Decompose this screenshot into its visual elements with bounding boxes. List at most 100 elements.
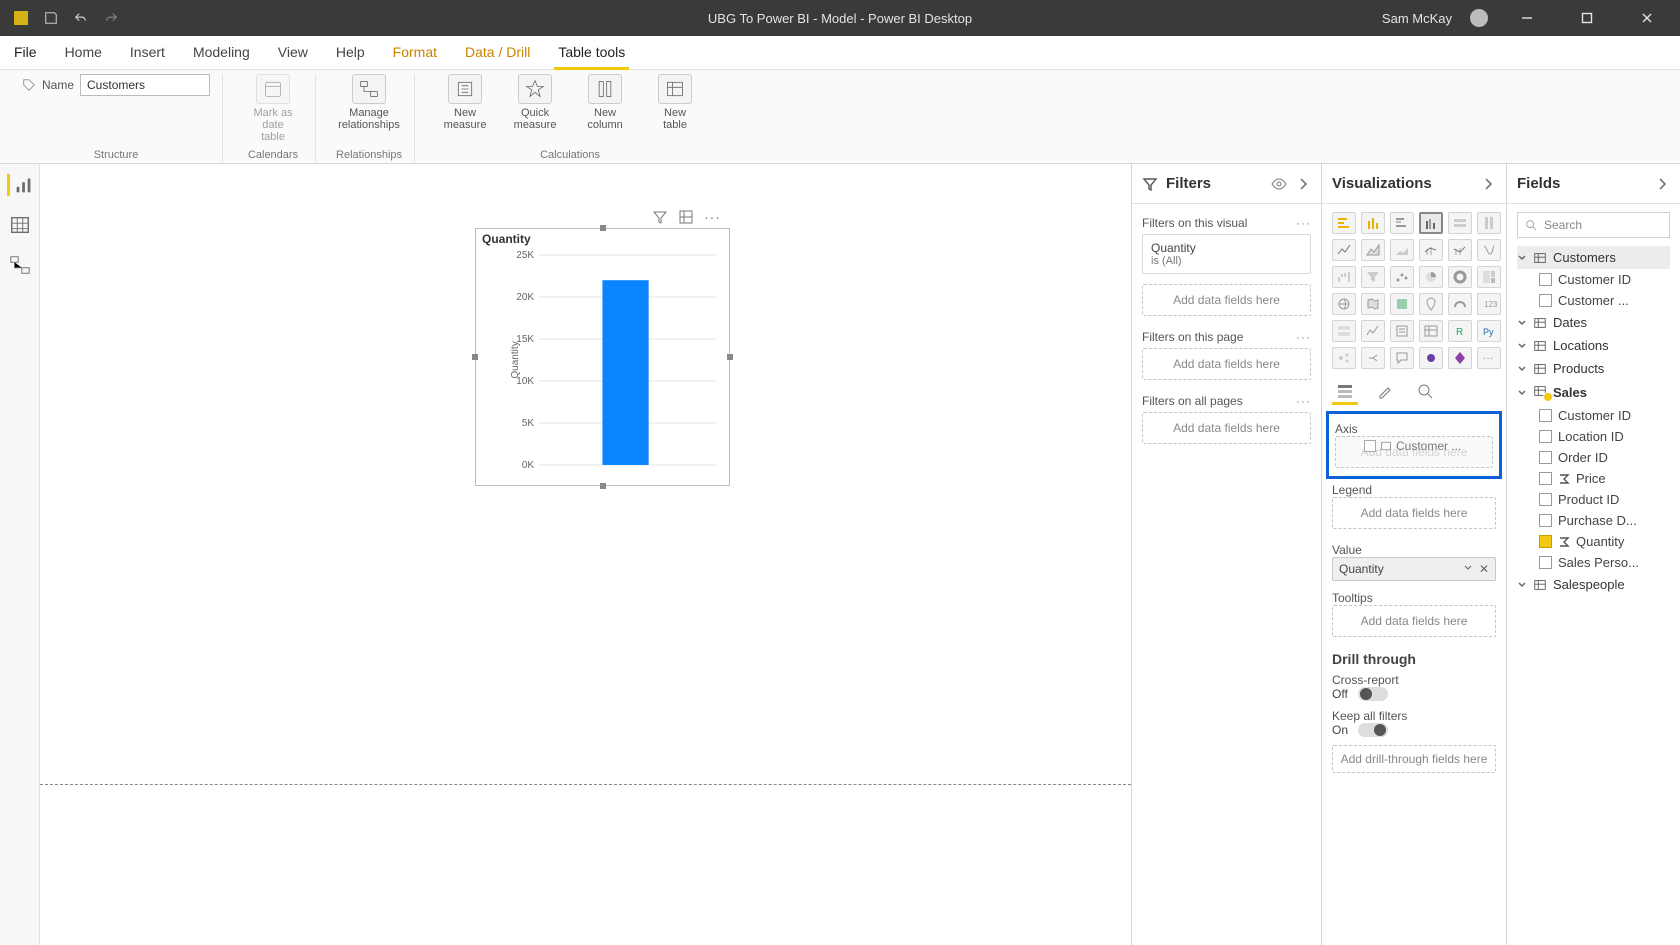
slicer-icon[interactable] — [1390, 320, 1414, 342]
scatter-chart-icon[interactable] — [1390, 266, 1414, 288]
field-sales-quantity[interactable]: Quantity — [1517, 531, 1670, 552]
collapse-panel-icon[interactable] — [1480, 176, 1496, 192]
tooltips-dropzone[interactable]: Add data fields here — [1332, 605, 1496, 637]
line-stacked-column-icon[interactable] — [1419, 239, 1443, 261]
cross-report-toggle[interactable] — [1358, 687, 1388, 701]
keep-filters-toggle[interactable] — [1358, 723, 1388, 737]
tab-file[interactable]: File — [0, 35, 51, 69]
clustered-bar-chart-icon[interactable] — [1390, 212, 1414, 234]
ribbon-chart-icon[interactable] — [1477, 239, 1501, 261]
filter-icon[interactable] — [652, 209, 668, 225]
analytics-tab-icon[interactable] — [1412, 379, 1438, 405]
value-field-pill[interactable]: Quantity ✕ — [1332, 557, 1496, 581]
redo-icon[interactable] — [104, 11, 118, 25]
stacked-area-chart-icon[interactable] — [1390, 239, 1414, 261]
tab-insert[interactable]: Insert — [116, 35, 179, 69]
more-options-icon[interactable]: ··· — [704, 209, 721, 225]
azure-map-icon[interactable] — [1419, 293, 1443, 315]
table-name-input[interactable] — [80, 74, 210, 96]
field-sales-product-id[interactable]: Product ID — [1517, 489, 1670, 510]
line-chart-icon[interactable] — [1332, 239, 1356, 261]
card-icon[interactable]: 123 — [1477, 293, 1501, 315]
stacked-bar-chart-icon[interactable] — [1332, 212, 1356, 234]
tab-table-tools[interactable]: Table tools — [544, 35, 639, 69]
table-customers[interactable]: Customers — [1517, 246, 1670, 269]
new-column-button[interactable]: New column — [575, 74, 635, 131]
report-canvas[interactable]: ··· Quantity 0K5K10K15K20K25KQuantity — [40, 164, 1131, 945]
user-name[interactable]: Sam McKay — [1382, 11, 1452, 26]
collapse-panel-icon[interactable] — [1654, 176, 1670, 192]
table-sales[interactable]: Sales — [1517, 380, 1670, 405]
area-chart-icon[interactable] — [1361, 239, 1385, 261]
remove-field-icon[interactable]: ✕ — [1479, 562, 1489, 576]
table-locations[interactable]: Locations — [1517, 334, 1670, 357]
treemap-icon[interactable] — [1477, 266, 1501, 288]
paginated-report-icon[interactable] — [1419, 347, 1443, 369]
stacked-column-chart-icon[interactable] — [1361, 212, 1385, 234]
tab-modeling[interactable]: Modeling — [179, 35, 264, 69]
fields-tab-icon[interactable] — [1332, 379, 1358, 405]
drill-through-dropzone[interactable]: Add drill-through fields here — [1332, 745, 1496, 773]
tab-data-drill[interactable]: Data / Drill — [451, 35, 544, 69]
chevron-down-icon[interactable] — [1463, 563, 1473, 573]
more-icon[interactable]: ··· — [1296, 216, 1311, 230]
field-sales-order-id[interactable]: Order ID — [1517, 447, 1670, 468]
clustered-column-chart-icon[interactable] — [1419, 212, 1443, 234]
save-icon[interactable] — [44, 11, 58, 25]
avatar[interactable] — [1470, 9, 1488, 27]
fields-search-input[interactable]: Search — [1517, 212, 1670, 238]
field-sales-customer-id[interactable]: Customer ID — [1517, 405, 1670, 426]
model-view-button[interactable] — [9, 254, 31, 276]
quick-measure-button[interactable]: Quick measure — [505, 74, 565, 131]
tab-home[interactable]: Home — [51, 35, 116, 69]
report-view-button[interactable] — [7, 174, 29, 196]
close-button[interactable] — [1626, 0, 1668, 36]
hundred-stacked-column-icon[interactable] — [1477, 212, 1501, 234]
collapse-panel-icon[interactable] — [1295, 176, 1311, 192]
field-sales-price[interactable]: Price — [1517, 468, 1670, 489]
key-influencers-icon[interactable] — [1332, 347, 1356, 369]
funnel-chart-icon[interactable] — [1361, 266, 1385, 288]
focus-mode-icon[interactable] — [678, 209, 694, 225]
data-view-button[interactable] — [9, 214, 31, 236]
filled-map-icon[interactable] — [1361, 293, 1385, 315]
tab-view[interactable]: View — [264, 35, 322, 69]
tab-help[interactable]: Help — [322, 35, 379, 69]
format-tab-icon[interactable] — [1372, 379, 1398, 405]
qa-visual-icon[interactable] — [1390, 347, 1414, 369]
table-products[interactable]: Products — [1517, 357, 1670, 380]
column-chart-visual[interactable]: Quantity 0K5K10K15K20K25KQuantity — [475, 228, 730, 486]
line-clustered-column-icon[interactable] — [1448, 239, 1472, 261]
visual-filter-dropzone[interactable]: Add data fields here — [1142, 284, 1311, 316]
table-salespeople[interactable]: Salespeople — [1517, 573, 1670, 596]
more-visuals-icon[interactable]: ··· — [1477, 347, 1501, 369]
multirow-card-icon[interactable] — [1332, 320, 1356, 342]
undo-icon[interactable] — [74, 11, 88, 25]
decomposition-tree-icon[interactable] — [1361, 347, 1385, 369]
axis-dropzone[interactable]: Add data fields here Customer ... — [1335, 436, 1493, 468]
filter-card-quantity[interactable]: Quantity is (All) — [1142, 234, 1311, 274]
eye-icon[interactable] — [1271, 176, 1287, 192]
power-apps-icon[interactable] — [1448, 347, 1472, 369]
field-customer-id[interactable]: Customer ID — [1517, 269, 1670, 290]
hundred-stacked-bar-icon[interactable] — [1448, 212, 1472, 234]
field-sales-location-id[interactable]: Location ID — [1517, 426, 1670, 447]
table-dates[interactable]: Dates — [1517, 311, 1670, 334]
more-icon[interactable]: ··· — [1296, 330, 1311, 344]
field-sales-purchase-date[interactable]: Purchase D... — [1517, 510, 1670, 531]
python-visual-icon[interactable]: Py — [1477, 320, 1501, 342]
minimize-button[interactable] — [1506, 0, 1548, 36]
kpi-icon[interactable] — [1361, 320, 1385, 342]
gauge-icon[interactable] — [1448, 293, 1472, 315]
donut-chart-icon[interactable] — [1448, 266, 1472, 288]
pie-chart-icon[interactable] — [1419, 266, 1443, 288]
page-filter-dropzone[interactable]: Add data fields here — [1142, 348, 1311, 380]
tab-format[interactable]: Format — [379, 35, 451, 69]
all-filter-dropzone[interactable]: Add data fields here — [1142, 412, 1311, 444]
new-table-button[interactable]: New table — [645, 74, 705, 131]
new-measure-button[interactable]: New measure — [435, 74, 495, 131]
maximize-button[interactable] — [1566, 0, 1608, 36]
map-icon[interactable] — [1332, 293, 1356, 315]
field-customer-name[interactable]: Customer ... — [1517, 290, 1670, 311]
table-visual-icon[interactable] — [1419, 320, 1443, 342]
